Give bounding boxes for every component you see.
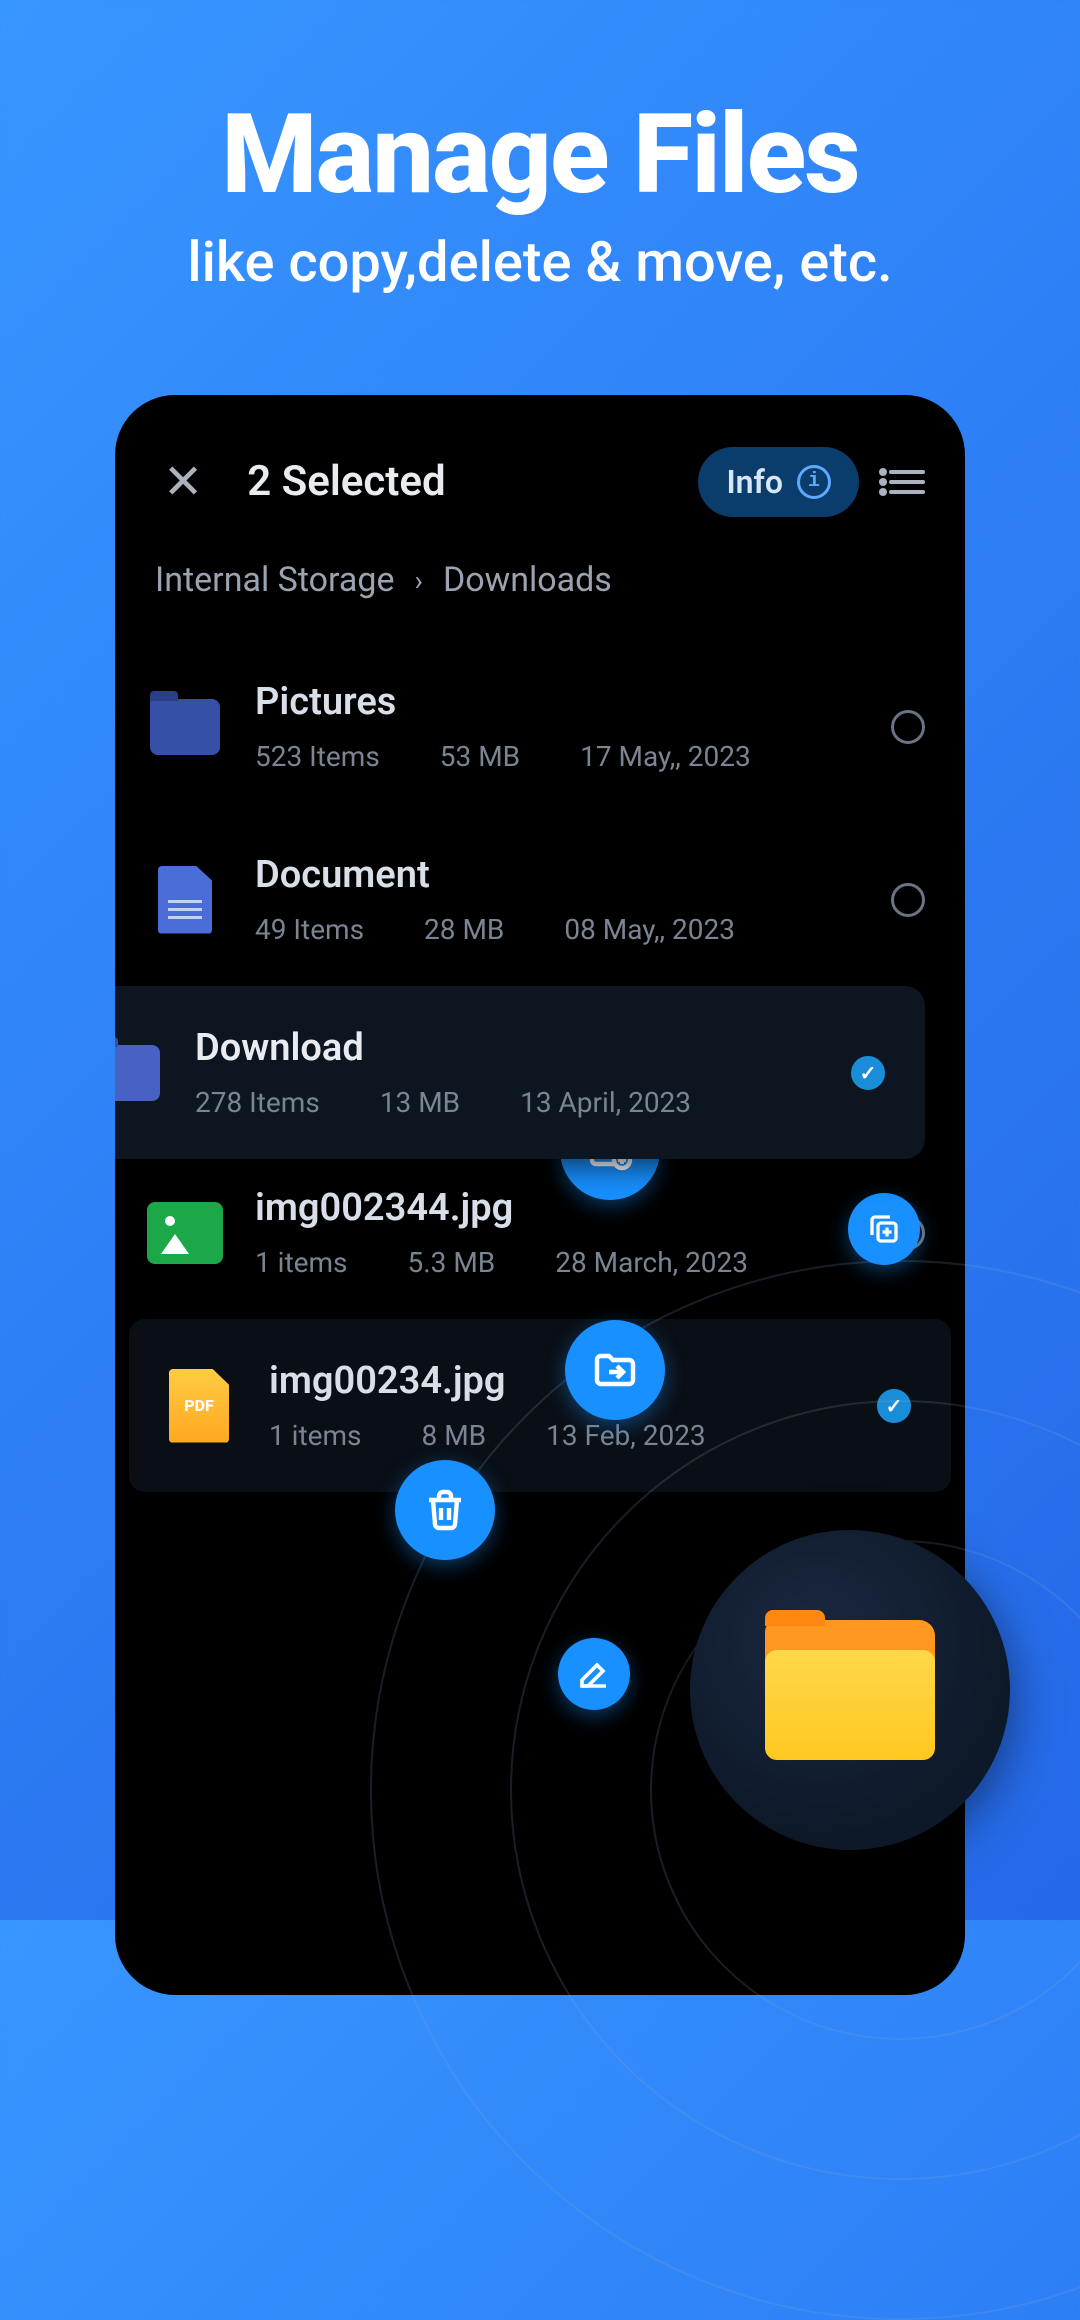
file-size: 28 MB	[424, 913, 504, 946]
sort-icon	[889, 470, 925, 474]
file-manager-icon	[765, 1620, 935, 1760]
file-date: 13 April, 2023	[520, 1086, 691, 1119]
move-button[interactable]	[565, 1320, 665, 1420]
file-items: 1 items	[255, 1246, 348, 1279]
checkbox-checked[interactable]	[851, 1056, 885, 1090]
pdf-icon: PDF	[159, 1366, 239, 1446]
list-item[interactable]: PDF img00234.jpg 1 items 8 MB 13 Feb, 20…	[129, 1319, 951, 1492]
breadcrumb-root[interactable]: Internal Storage	[155, 560, 395, 600]
image-icon	[145, 1193, 225, 1273]
checkbox[interactable]	[891, 710, 925, 744]
list-item[interactable]: Download 278 Items 13 MB 13 April, 2023	[115, 986, 925, 1159]
marketing-header: Manage Files like copy,delete & move, et…	[0, 0, 1080, 295]
list-item[interactable]: img002344.jpg 1 items 5.3 MB 28 March, 2…	[115, 1146, 965, 1319]
document-icon	[145, 860, 225, 940]
checkbox[interactable]	[891, 883, 925, 917]
file-name: Pictures	[255, 680, 891, 724]
fab-main-button[interactable]	[690, 1530, 1010, 1850]
file-date: 08 May,, 2023	[564, 913, 735, 946]
info-icon: i	[797, 465, 831, 499]
file-size: 53 MB	[440, 740, 520, 773]
file-date: 13 Feb, 2023	[546, 1419, 706, 1452]
trash-icon	[421, 1486, 469, 1534]
file-date: 28 March, 2023	[555, 1246, 748, 1279]
sort-button[interactable]	[889, 470, 925, 494]
file-name: Document	[255, 853, 891, 897]
copy-button[interactable]	[848, 1193, 920, 1265]
list-item[interactable]: Document 49 Items 28 MB 08 May,, 2023	[115, 813, 965, 986]
move-icon	[591, 1346, 639, 1394]
checkbox-checked[interactable]	[877, 1389, 911, 1423]
rename-button[interactable]	[558, 1638, 630, 1710]
file-items: 1 items	[269, 1419, 362, 1452]
info-label: Info	[726, 463, 783, 501]
close-button[interactable]: ✕	[155, 445, 211, 518]
breadcrumb[interactable]: Internal Storage › Downloads	[115, 548, 965, 640]
breadcrumb-current[interactable]: Downloads	[443, 560, 612, 600]
file-size: 8 MB	[422, 1419, 487, 1452]
folder-icon	[145, 687, 225, 767]
file-date: 17 May,, 2023	[580, 740, 751, 773]
marketing-subtitle: like copy,delete & move, etc.	[0, 229, 1080, 295]
app-bar: ✕ 2 Selected Info i	[115, 445, 965, 548]
delete-button[interactable]	[395, 1460, 495, 1560]
file-name: Download	[195, 1026, 851, 1070]
file-items: 523 Items	[255, 740, 380, 773]
file-items: 49 Items	[255, 913, 364, 946]
edit-icon	[576, 1656, 612, 1692]
file-size: 13 MB	[380, 1086, 460, 1119]
folder-icon	[115, 1033, 165, 1113]
file-size: 5.3 MB	[408, 1246, 496, 1279]
list-item[interactable]: Pictures 523 Items 53 MB 17 May,, 2023	[115, 640, 965, 813]
selection-count: 2 Selected	[247, 457, 445, 506]
file-list: Pictures 523 Items 53 MB 17 May,, 2023 D…	[115, 640, 965, 1492]
chevron-right-icon: ›	[415, 564, 423, 597]
marketing-title: Manage Files	[0, 90, 1080, 219]
copy-icon	[866, 1211, 902, 1247]
info-button[interactable]: Info i	[698, 447, 859, 517]
file-name: img002344.jpg	[255, 1186, 891, 1230]
file-items: 278 Items	[195, 1086, 320, 1119]
